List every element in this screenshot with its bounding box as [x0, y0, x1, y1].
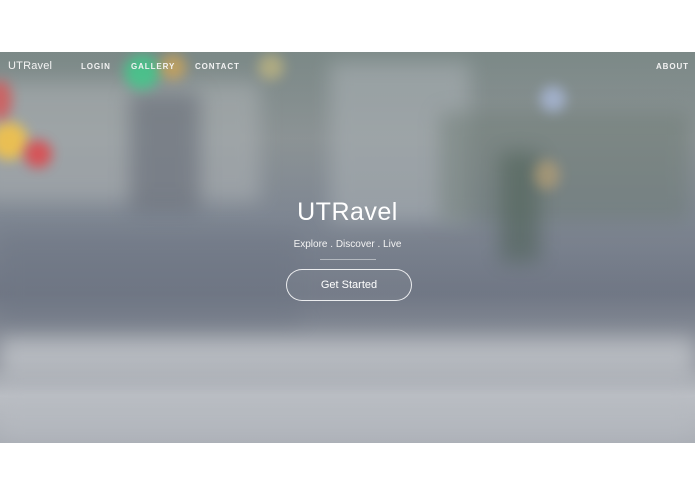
top-nav: UTRavel LOGIN GALLERY CONTACT ABOUT: [0, 52, 695, 82]
hero-title: UTRavel: [297, 198, 398, 226]
hero-divider: [320, 259, 376, 260]
nav-link-contact[interactable]: CONTACT: [195, 62, 240, 71]
hero-section: UTRavel LOGIN GALLERY CONTACT ABOUT UTRa…: [0, 52, 695, 443]
hero-tagline: Explore . Discover . Live: [293, 239, 402, 250]
get-started-label: Get Started: [320, 279, 378, 291]
nav-link-gallery[interactable]: GALLERY: [131, 62, 175, 71]
nav-link-about[interactable]: ABOUT: [656, 62, 689, 71]
get-started-button[interactable]: Get Started: [286, 269, 412, 301]
site-logo[interactable]: UTRavel: [8, 60, 52, 72]
nav-link-login[interactable]: LOGIN: [81, 62, 111, 71]
